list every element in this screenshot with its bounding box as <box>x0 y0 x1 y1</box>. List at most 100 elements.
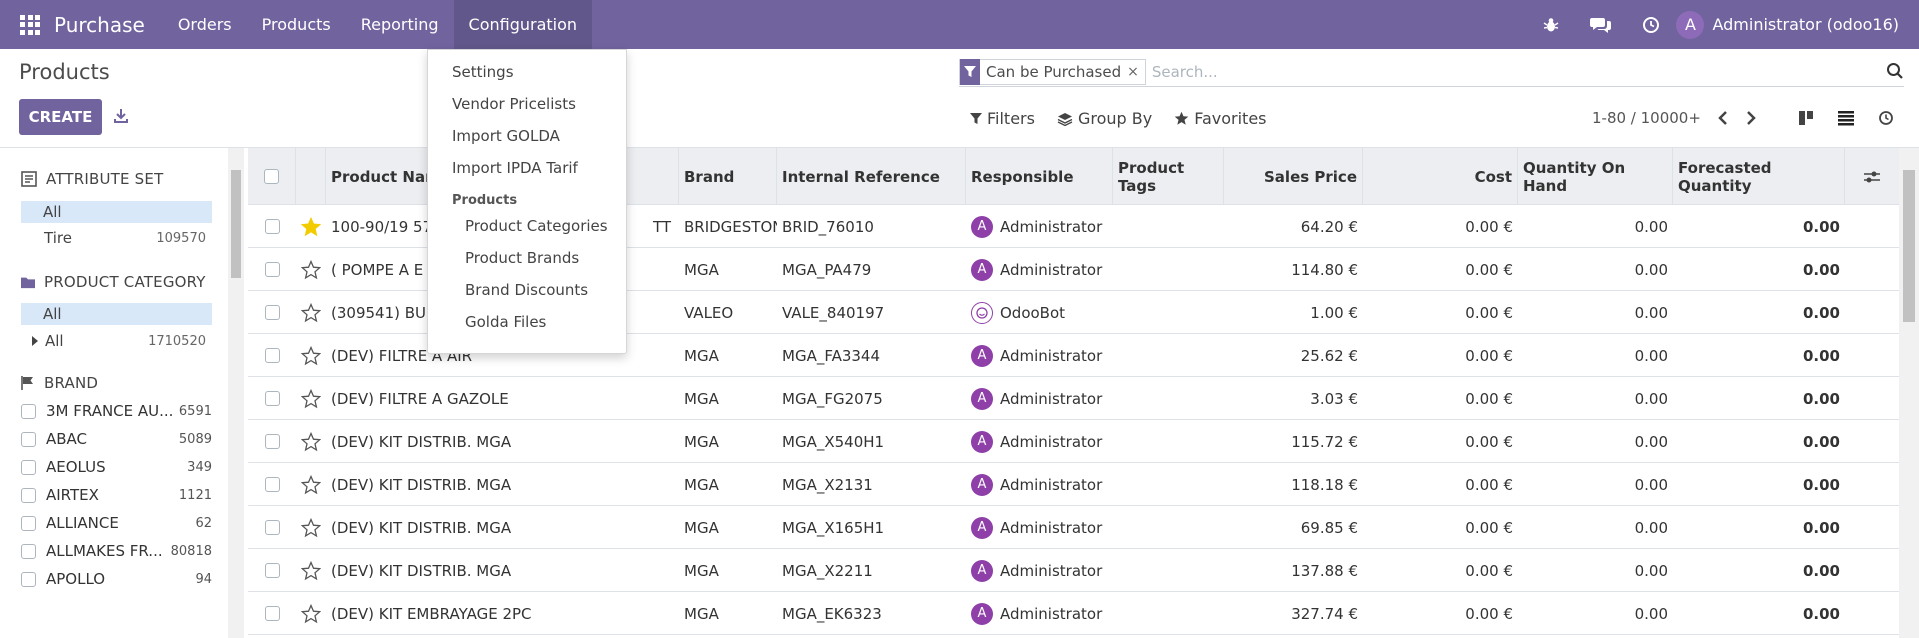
row-checkbox[interactable] <box>264 477 280 492</box>
filters-button[interactable]: Filters <box>970 109 1035 128</box>
user-avatar[interactable]: A <box>1676 10 1705 39</box>
menu-reporting[interactable]: Reporting <box>346 0 454 49</box>
favorite-star-icon[interactable] <box>301 431 321 452</box>
search-input[interactable] <box>1151 62 1852 81</box>
favorite-star-icon[interactable] <box>301 259 321 280</box>
groupby-button[interactable]: Group By <box>1057 109 1152 128</box>
favorites-button[interactable]: Favorites <box>1174 109 1267 128</box>
row-checkbox[interactable] <box>264 219 280 234</box>
facet-remove-icon[interactable]: × <box>1127 64 1145 80</box>
favorite-star-icon[interactable] <box>301 302 321 323</box>
row-checkbox[interactable] <box>264 348 280 363</box>
dropdown-brand-discounts[interactable]: Brand Discounts <box>428 274 626 306</box>
table-row[interactable]: (DEV) KIT DISTRIB. MGA MGA MGA_X2211 A Admin… <box>248 549 1899 592</box>
brand-checkbox[interactable] <box>21 571 36 587</box>
dropdown-product-categories[interactable]: Product Categories <box>428 210 626 242</box>
responsible-name: OdooBot <box>1000 303 1066 322</box>
row-checkbox[interactable] <box>264 520 280 535</box>
brand-filter-item[interactable]: ALLMAKES FR... 80818 <box>21 537 212 565</box>
menu-configuration[interactable]: Configuration <box>453 0 593 49</box>
cell-brand: MGA <box>684 389 719 408</box>
brand-filter-item[interactable]: APOLLO 94 <box>21 565 212 593</box>
favorite-star-icon[interactable] <box>301 560 321 581</box>
brand-checkbox[interactable] <box>21 403 36 419</box>
brand-filter-item[interactable]: AEOLUS 349 <box>21 453 212 481</box>
app-name[interactable]: Purchase <box>54 13 145 37</box>
favorite-star-icon[interactable] <box>301 474 321 495</box>
attribute-set-item-tire[interactable]: Tire 109570 <box>21 227 212 249</box>
select-all-checkbox[interactable] <box>264 169 279 184</box>
create-button[interactable]: CREATE <box>19 99 102 135</box>
user-menu[interactable]: Administrator (odoo16) <box>1712 15 1899 34</box>
item-label: All <box>43 203 62 221</box>
brand-filter-item[interactable]: AIRTEX 1121 <box>21 481 212 509</box>
activity-view-icon[interactable] <box>1866 103 1906 133</box>
pager-next-icon[interactable] <box>1745 110 1757 126</box>
row-checkbox[interactable] <box>264 262 280 277</box>
table-row[interactable]: (DEV) KIT DISTRIB. MGA MGA MGA_X2131 A Admin… <box>248 463 1899 506</box>
pager-value[interactable]: 1-80 / 10000+ <box>1592 109 1701 127</box>
chat-bubbles-icon[interactable] <box>1576 0 1626 49</box>
category-item-all[interactable]: All 1710520 <box>21 330 212 352</box>
brand-checkbox[interactable] <box>21 487 36 503</box>
table-scroll-thumb[interactable] <box>1903 170 1915 322</box>
favorite-star-icon[interactable] <box>301 216 321 237</box>
dropdown-settings[interactable]: Settings <box>428 56 626 88</box>
dropdown-vendor-pricelists[interactable]: Vendor Pricelists <box>428 88 626 120</box>
table-row[interactable]: (DEV) KIT DISTRIB. MGA MGA MGA_X165H1 A Admi… <box>248 506 1899 549</box>
row-checkbox[interactable] <box>264 563 280 578</box>
row-checkbox[interactable] <box>264 606 280 621</box>
dropdown-golda-files[interactable]: Golda Files <box>428 306 626 338</box>
col-sales-price[interactable]: Sales Price <box>1224 148 1363 205</box>
col-responsible[interactable]: Responsible <box>966 148 1113 205</box>
kanban-view-icon[interactable] <box>1786 103 1826 133</box>
favorite-star-icon[interactable] <box>301 603 321 624</box>
debug-bug-icon[interactable] <box>1526 0 1576 49</box>
brand-checkbox[interactable] <box>21 459 36 475</box>
category-item-all-selected[interactable]: All <box>21 303 212 325</box>
sidebar-scrollbar[interactable] <box>228 148 244 638</box>
col-product-tags[interactable]: Product Tags <box>1113 148 1224 205</box>
col-quantity-on-hand[interactable]: Quantity On Hand <box>1518 148 1673 205</box>
menu-products[interactable]: Products <box>247 0 346 49</box>
optional-columns-toggle[interactable] <box>1845 148 1899 205</box>
brand-checkbox[interactable] <box>21 515 36 531</box>
apps-grid-icon[interactable] <box>20 14 40 35</box>
cell-cost: 0.00 € <box>1465 346 1513 365</box>
sidebar-scroll-thumb[interactable] <box>231 170 241 278</box>
favorite-star-icon[interactable] <box>301 388 321 409</box>
pager-previous-icon[interactable] <box>1717 110 1729 126</box>
table-row[interactable]: (DEV) KIT EMBRAYAGE 2PC MGA MGA_EK6323 A Adm… <box>248 592 1899 635</box>
table-scrollbar[interactable] <box>1899 148 1919 638</box>
table-row[interactable]: (DEV) KIT DISTRIB. MGA MGA MGA_X540H1 A Admi… <box>248 420 1899 463</box>
row-favorite-cell <box>296 205 326 248</box>
brand-filter-item[interactable]: ALLIANCE 62 <box>21 509 212 537</box>
download-icon[interactable] <box>112 107 130 125</box>
attribute-set-item-all[interactable]: All <box>21 201 212 223</box>
row-checkbox[interactable] <box>264 391 280 406</box>
table-row[interactable]: (DEV) FILTRE A GAZOLE MGA MGA_FG2075 A Admin… <box>248 377 1899 420</box>
dropdown-import-golda[interactable]: Import GOLDA <box>428 120 626 152</box>
dropdown-import-ipda-tarif[interactable]: Import IPDA Tarif <box>428 152 626 184</box>
menu-orders[interactable]: Orders <box>163 0 247 49</box>
col-cost[interactable]: Cost <box>1363 148 1518 205</box>
col-forecasted-quantity[interactable]: Forecasted Quantity <box>1673 148 1845 205</box>
dropdown-product-brands[interactable]: Product Brands <box>428 242 626 274</box>
cell-cost: 0.00 € <box>1465 303 1513 322</box>
cell-tags <box>1113 463 1224 506</box>
brand-filter-item[interactable]: 3M FRANCE AU... 6591 <box>21 397 212 425</box>
col-internal-reference[interactable]: Internal Reference <box>777 148 966 205</box>
favorite-star-icon[interactable] <box>301 345 321 366</box>
brand-filter-item[interactable]: ABAC 5089 <box>21 425 212 453</box>
row-checkbox[interactable] <box>264 434 280 449</box>
activity-clock-icon[interactable] <box>1626 0 1676 49</box>
brand-checkbox[interactable] <box>21 431 36 447</box>
list-view-icon[interactable] <box>1826 103 1866 133</box>
search-icon[interactable] <box>1886 62 1904 80</box>
row-checkbox[interactable] <box>264 305 280 320</box>
brand-checkbox[interactable] <box>21 543 36 559</box>
col-brand[interactable]: Brand <box>679 148 777 205</box>
brand-count: 94 <box>195 571 212 587</box>
favorite-star-icon[interactable] <box>301 517 321 538</box>
responsible-name: Administrator <box>1000 217 1103 236</box>
